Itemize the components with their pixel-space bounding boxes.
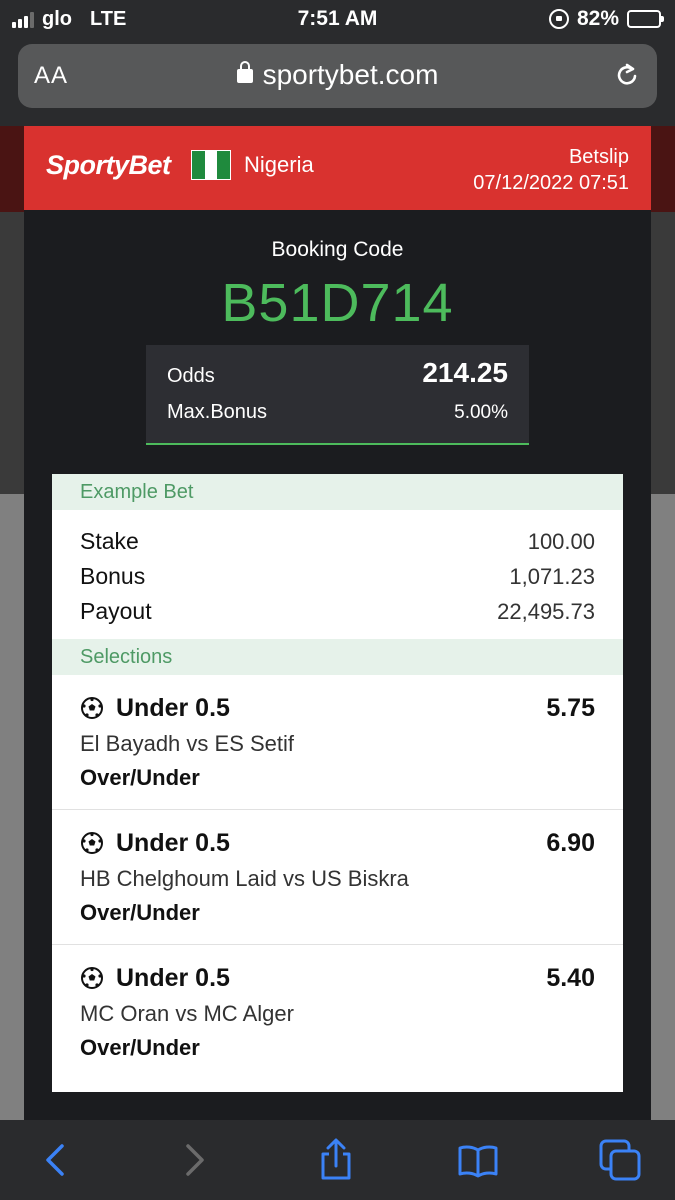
browser-toolbar: AA sportybet.com	[0, 38, 675, 126]
stake-row: Stake 100.00	[80, 524, 595, 559]
orientation-lock-icon	[548, 9, 569, 29]
selection-odds: 5.75	[546, 693, 595, 722]
url-text: sportybet.com	[262, 59, 439, 90]
address-bar[interactable]: AA sportybet.com	[18, 44, 657, 108]
betslip-info: Betslip 07/12/2022 07:51	[473, 144, 629, 196]
book-icon[interactable]	[456, 1138, 500, 1182]
battery-percent: 82%	[576, 7, 619, 30]
total-odds: 214.25	[422, 357, 508, 388]
reload-icon[interactable]	[613, 61, 641, 89]
tabs-icon[interactable]	[598, 1138, 642, 1182]
bonus-value: 1,071.23	[509, 563, 595, 589]
example-bet-values: Stake 100.00 Bonus 1,071.23 Payout 22,49…	[52, 510, 623, 639]
max-bonus-value: 5.00%	[454, 402, 508, 423]
selection-item: Under 0.5 5.40 MC Oran vs MC Alger Over/…	[52, 945, 623, 1080]
status-bar: glo LTE 7:51 AM 82%	[0, 0, 675, 38]
betslip-datetime: 07/12/2022 07:51	[473, 172, 629, 194]
max-bonus-label: Max.Bonus	[167, 401, 268, 423]
selection-pick: Under 0.5	[80, 964, 230, 993]
url-display[interactable]: sportybet.com	[18, 59, 657, 91]
selection-market: Over/Under	[80, 900, 200, 925]
betslip-modal: SportyBet Nigeria Betslip 07/12/2022 07:…	[24, 126, 651, 1120]
modal-header: SportyBet Nigeria Betslip 07/12/2022 07:…	[24, 126, 651, 210]
stake-label: Stake	[80, 528, 139, 554]
booking-code-label: Booking Code	[271, 238, 404, 261]
soccer-ball-icon	[81, 697, 103, 719]
bet-details-card: Example Bet Stake 100.00 Bonus 1,071.23 …	[52, 474, 623, 1092]
selection-match: El Bayadh vs ES Setif	[80, 731, 294, 756]
soccer-ball-icon	[81, 967, 103, 989]
selection-market: Over/Under	[80, 1035, 200, 1060]
selection-odds: 5.40	[546, 963, 595, 992]
selection-pick: Under 0.5	[80, 829, 230, 858]
selection-match: MC Oran vs MC Alger	[80, 1001, 294, 1026]
chevron-left-icon[interactable]	[34, 1138, 78, 1182]
bonus-row: Bonus 1,071.23	[80, 559, 595, 594]
booking-code[interactable]: B51D714	[24, 272, 651, 334]
selection-match: HB Chelghoum Laid vs US Biskra	[80, 866, 409, 891]
odds-label: Odds	[167, 365, 215, 387]
browser-bottom-toolbar	[0, 1120, 675, 1200]
selection-item: Under 0.5 6.90 HB Chelghoum Laid vs US B…	[52, 810, 623, 945]
payout-label: Payout	[80, 598, 152, 624]
selection-odds: 6.90	[546, 828, 595, 857]
betslip-label: Betslip	[568, 146, 629, 168]
nigeria-flag-icon	[191, 150, 231, 180]
bonus-label: Bonus	[80, 563, 146, 589]
payout-row: Payout 22,495.73	[80, 594, 595, 629]
stake-value: 100.00	[527, 528, 595, 554]
example-bet-header: Example Bet	[52, 474, 623, 510]
country-name: Nigeria	[244, 152, 314, 177]
soccer-ball-icon	[81, 832, 103, 854]
odds-summary: Odds 214.25 Max.Bonus 5.00%	[146, 345, 529, 445]
battery-icon	[627, 10, 664, 28]
chevron-right-icon[interactable]	[172, 1138, 216, 1182]
selections-header: Selections	[52, 639, 623, 675]
sportybet-logo: SportyBet	[46, 150, 171, 180]
selection-market: Over/Under	[80, 765, 200, 790]
payout-value: 22,495.73	[497, 598, 595, 624]
lock-icon	[236, 61, 253, 83]
selection-pick: Under 0.5	[80, 694, 230, 723]
selection-item: Under 0.5 5.75 El Bayadh vs ES Setif Ove…	[52, 675, 623, 810]
status-bar-right: 82%	[548, 7, 664, 31]
share-icon[interactable]	[314, 1138, 358, 1182]
